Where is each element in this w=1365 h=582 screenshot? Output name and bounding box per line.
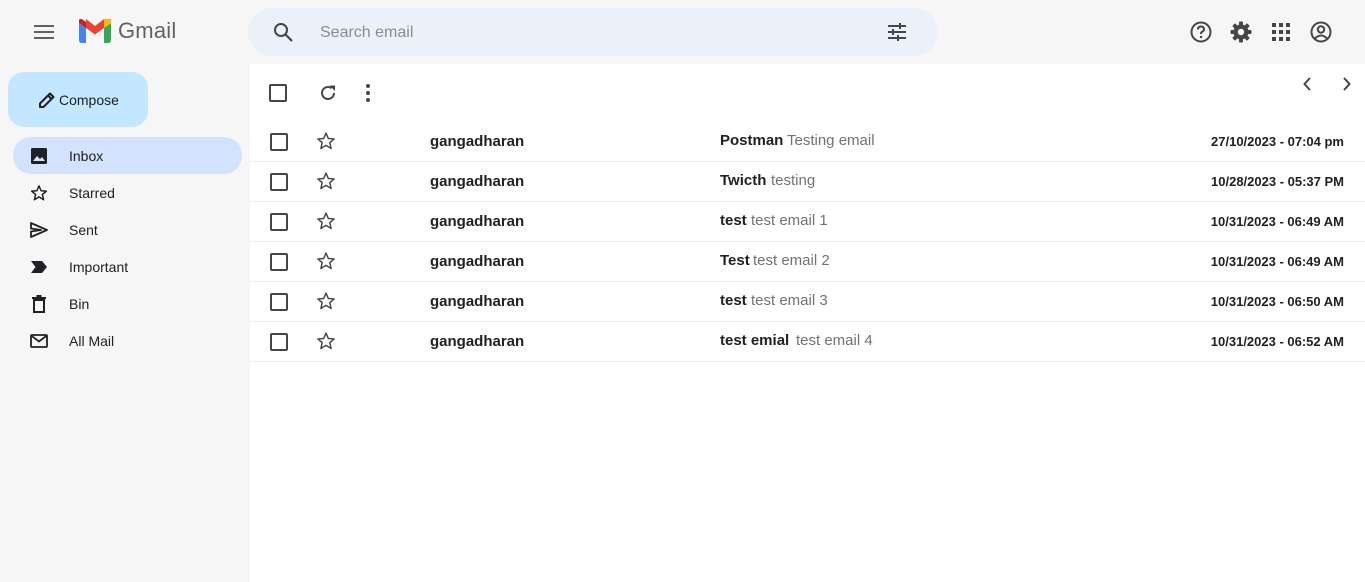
email-snippet: test email 2 <box>753 252 830 269</box>
app-name: Gmail <box>118 18 177 43</box>
star-icon[interactable] <box>316 291 336 311</box>
email-subject: test <box>720 292 747 309</box>
sidebar-item-label: All Mail <box>69 332 115 349</box>
email-date: 10/31/2023 - 06:52 AM <box>1210 334 1344 349</box>
email-row[interactable]: gangadharan Test test email 2 10/31/2023… <box>250 242 1365 282</box>
search-icon[interactable] <box>270 19 296 45</box>
sidebar-item-sent[interactable]: Sent <box>13 211 242 248</box>
compose-label: Compose <box>59 91 119 108</box>
email-subject: Postman <box>720 132 784 149</box>
mail-icon <box>29 331 49 351</box>
email-snippet: test email 4 <box>796 332 873 349</box>
email-row[interactable]: gangadharan Twicth testing 10/28/2023 - … <box>250 162 1365 202</box>
email-checkbox[interactable] <box>270 213 288 231</box>
sidebar-nav: Inbox Starred Sent Important Bin All Mai… <box>13 137 242 359</box>
send-icon <box>29 220 49 240</box>
trash-icon <box>29 294 49 314</box>
search-bar <box>248 8 938 56</box>
sidebar-item-label: Sent <box>69 221 98 238</box>
star-icon[interactable] <box>316 331 336 351</box>
previous-page-icon[interactable] <box>1293 70 1321 98</box>
email-date: 10/28/2023 - 05:37 PM <box>1211 174 1344 189</box>
app-header: Gmail <box>0 0 1365 64</box>
email-snippet: testing <box>771 172 816 189</box>
email-date: 10/31/2023 - 06:49 AM <box>1210 214 1344 229</box>
gmail-logo[interactable]: Gmail <box>79 18 176 44</box>
help-icon[interactable] <box>1181 12 1221 52</box>
inbox-icon <box>29 146 49 166</box>
compose-button[interactable]: Compose <box>8 72 148 127</box>
star-icon[interactable] <box>316 171 336 191</box>
sidebar-item-label: Inbox <box>69 147 104 164</box>
email-date: 10/31/2023 - 06:49 AM <box>1210 254 1344 269</box>
email-list-panel: gangadharan Postman Testing email 27/10/… <box>250 64 1365 582</box>
email-snippet: Testing email <box>787 132 875 149</box>
email-row[interactable]: gangadharan test test email 1 10/31/2023… <box>250 202 1365 242</box>
email-list: gangadharan Postman Testing email 27/10/… <box>250 122 1365 362</box>
email-subject: test emial <box>720 332 790 349</box>
sidebar-item-important[interactable]: Important <box>13 248 242 285</box>
search-options-icon[interactable] <box>884 19 910 45</box>
email-sender: gangadharan <box>430 173 525 190</box>
refresh-icon[interactable] <box>314 79 342 107</box>
apps-icon[interactable] <box>1261 12 1301 52</box>
email-date: 27/10/2023 - 07:04 pm <box>1211 134 1344 149</box>
email-sender: gangadharan <box>430 293 525 310</box>
sidebar-item-label: Important <box>69 258 129 275</box>
email-subject: Twicth <box>720 172 767 189</box>
email-snippet: test email 3 <box>751 292 828 309</box>
next-page-icon[interactable] <box>1333 70 1361 98</box>
star-icon[interactable] <box>316 131 336 151</box>
email-sender: gangadharan <box>430 213 525 230</box>
email-checkbox[interactable] <box>270 253 288 271</box>
email-checkbox[interactable] <box>270 173 288 191</box>
email-checkbox[interactable] <box>270 293 288 311</box>
email-sender: gangadharan <box>430 133 525 150</box>
email-subject: Test <box>720 252 750 269</box>
email-checkbox[interactable] <box>270 133 288 151</box>
star-icon[interactable] <box>316 211 336 231</box>
email-date: 10/31/2023 - 06:50 AM <box>1210 294 1344 309</box>
email-row[interactable]: gangadharan test emial test email 4 10/3… <box>250 322 1365 362</box>
sidebar-item-inbox[interactable]: Inbox <box>13 137 242 174</box>
sidebar-item-starred[interactable]: Starred <box>13 174 242 211</box>
star-icon[interactable] <box>316 251 336 271</box>
gmail-logo-icon <box>79 19 111 43</box>
email-subject: test <box>720 212 747 229</box>
search-input[interactable] <box>318 18 862 48</box>
email-sender: gangadharan <box>430 253 525 270</box>
main-menu-icon[interactable] <box>24 12 64 52</box>
email-snippet: test email 1 <box>751 212 828 229</box>
email-checkbox[interactable] <box>270 333 288 351</box>
sidebar-item-label: Starred <box>69 184 115 201</box>
email-row[interactable]: gangadharan Postman Testing email 27/10/… <box>250 122 1365 162</box>
sidebar-item-bin[interactable]: Bin <box>13 285 242 322</box>
email-sender: gangadharan <box>430 333 525 350</box>
sidebar-item-all-mail[interactable]: All Mail <box>13 322 242 359</box>
pencil-icon <box>37 90 57 110</box>
sidebar-item-label: Bin <box>69 295 90 312</box>
email-row[interactable]: gangadharan test test email 3 10/31/2023… <box>250 282 1365 322</box>
account-icon[interactable] <box>1301 12 1341 52</box>
important-icon <box>29 257 49 277</box>
settings-icon[interactable] <box>1221 12 1261 52</box>
more-options-icon[interactable] <box>354 79 382 107</box>
select-all-checkbox[interactable] <box>269 84 287 102</box>
star-icon <box>29 183 49 203</box>
